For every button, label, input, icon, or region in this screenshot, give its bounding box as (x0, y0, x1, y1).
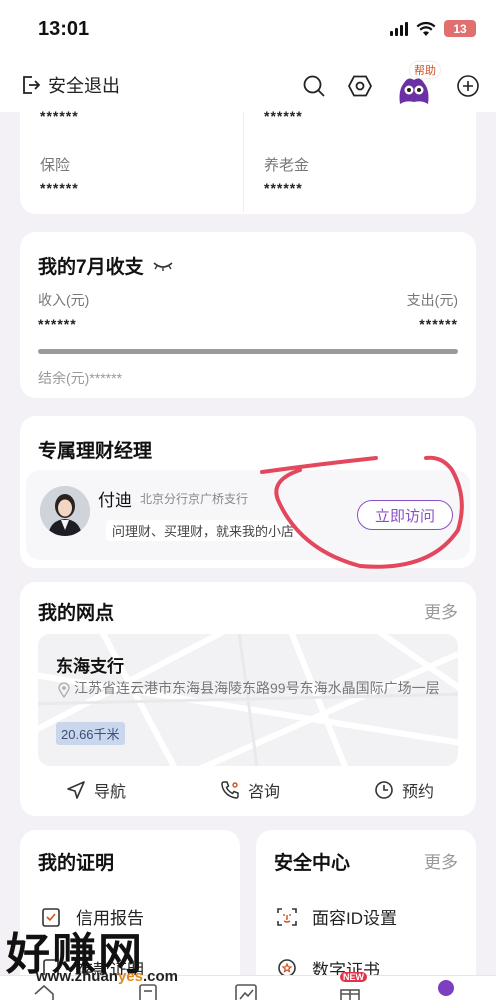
pension-label: 养老金 (264, 157, 310, 174)
face-id-settings-item[interactable]: 面容ID设置 (276, 904, 397, 929)
navigate-label: 导航 (94, 784, 127, 801)
balance-label: 结余(元)****** (38, 370, 123, 386)
site-watermark: 好赚网 www.zhuanyes.com (6, 918, 196, 988)
wealth-manager-title: 专属理财经理 (38, 441, 153, 462)
expense-label: 支出(元) (406, 292, 458, 308)
branch-name: 东海支行 (56, 657, 124, 676)
help-assistant[interactable]: 帮助 (394, 62, 440, 108)
clock-icon (375, 781, 393, 799)
income-label: 收入(元) (38, 292, 90, 308)
watermark-url: www.zhuanyes.com (36, 968, 178, 985)
my-certificates-title: 我的证明 (38, 853, 115, 874)
tab-new-badge: NEW (340, 972, 367, 982)
wealth-manager-card: 专属理财经理 付迪 北京分行京广桥支行 问理财、买理财，就来我的小店 立即访问 (20, 416, 476, 568)
consult-button[interactable]: 咨询 (220, 778, 280, 802)
navigate-button[interactable]: 导航 (66, 778, 126, 802)
monthly-summary-title: 我的7月收支 (38, 257, 144, 278)
status-bar: 13:01 13 (0, 0, 496, 58)
monthly-summary-title-row: 我的7月收支 (38, 252, 174, 279)
watermark-url-suffix: .com (142, 968, 178, 985)
signal-icon (390, 21, 408, 36)
battery-indicator: 13 (444, 20, 476, 37)
watermark-url-prefix: www.zhuan (36, 968, 118, 985)
logout-icon (23, 76, 41, 94)
top-actions: 帮助 (302, 62, 480, 108)
branch-distance: 20.66千米 (56, 722, 125, 745)
monthly-summary-card[interactable]: 我的7月收支 收入(元) 支出(元) ****** ****** 结余(元)**… (20, 232, 476, 398)
branch-address: 江苏省连云港市东海县海陵东路99号东海水晶国际广场一层 (74, 680, 440, 696)
location-pin-icon (58, 682, 70, 698)
search-icon[interactable] (302, 74, 326, 98)
wifi-icon (416, 21, 436, 36)
divider (243, 112, 244, 212)
add-icon[interactable] (456, 74, 480, 98)
face-id-icon (277, 907, 297, 926)
logout-button[interactable]: 安全退出 (20, 72, 120, 98)
my-branch-card: 我的网点 更多 东海支行 江苏省连云港市东海县海陵东路99号东海水晶国际广场一层… (20, 582, 476, 816)
tab-life-icon[interactable] (338, 982, 362, 1000)
pension-value-masked: ****** (264, 180, 303, 196)
status-time: 13:01 (38, 18, 90, 40)
tab-profile-icon[interactable] (432, 978, 460, 1000)
logout-label: 安全退出 (48, 76, 120, 96)
insurance-label: 保险 (40, 157, 71, 174)
income-expense-bar (38, 349, 458, 354)
branch-more-link[interactable]: 更多 (424, 598, 458, 623)
visit-button[interactable]: 立即访问 (357, 500, 453, 530)
manager-profile[interactable]: 付迪 北京分行京广桥支行 问理财、买理财，就来我的小店 立即访问 (26, 470, 470, 560)
consult-label: 咨询 (248, 784, 281, 801)
manager-name: 付迪 (98, 491, 132, 510)
top-bar: 安全退出 帮助 (0, 58, 496, 112)
manager-branch: 北京分行京广桥支行 (140, 492, 249, 506)
settings-icon[interactable] (348, 74, 372, 98)
face-id-settings-label: 面容ID设置 (312, 909, 397, 928)
security-center-title: 安全中心 (274, 853, 351, 874)
reserve-button[interactable]: 预约 (374, 778, 434, 802)
eye-closed-icon[interactable] (152, 260, 174, 272)
insurance-value-masked: ****** (40, 180, 79, 196)
my-branch-title: 我的网点 (38, 603, 115, 624)
income-value-masked: ****** (38, 316, 77, 332)
phone-icon (221, 781, 239, 799)
reserve-label: 预约 (402, 784, 435, 801)
manager-avatar (40, 486, 90, 536)
security-more-link[interactable]: 更多 (424, 848, 458, 873)
watermark-url-accent: yes (117, 968, 143, 985)
navigate-icon (67, 781, 85, 799)
expense-value-masked: ****** (419, 316, 458, 332)
asset-value-masked: ****** (40, 108, 79, 124)
asset-value-masked: ****** (264, 108, 303, 124)
tab-trend-icon[interactable] (234, 982, 258, 1000)
branch-map[interactable]: 东海支行 江苏省连云港市东海县海陵东路99号东海水晶国际广场一层 20.66千米 (38, 634, 458, 766)
status-icons: 13 (390, 20, 476, 37)
help-badge: 帮助 (410, 62, 440, 78)
assets-card: ****** ****** 保险 养老金 ****** ****** (20, 108, 476, 214)
manager-slogan: 问理财、买理财，就来我的小店 (106, 520, 301, 541)
